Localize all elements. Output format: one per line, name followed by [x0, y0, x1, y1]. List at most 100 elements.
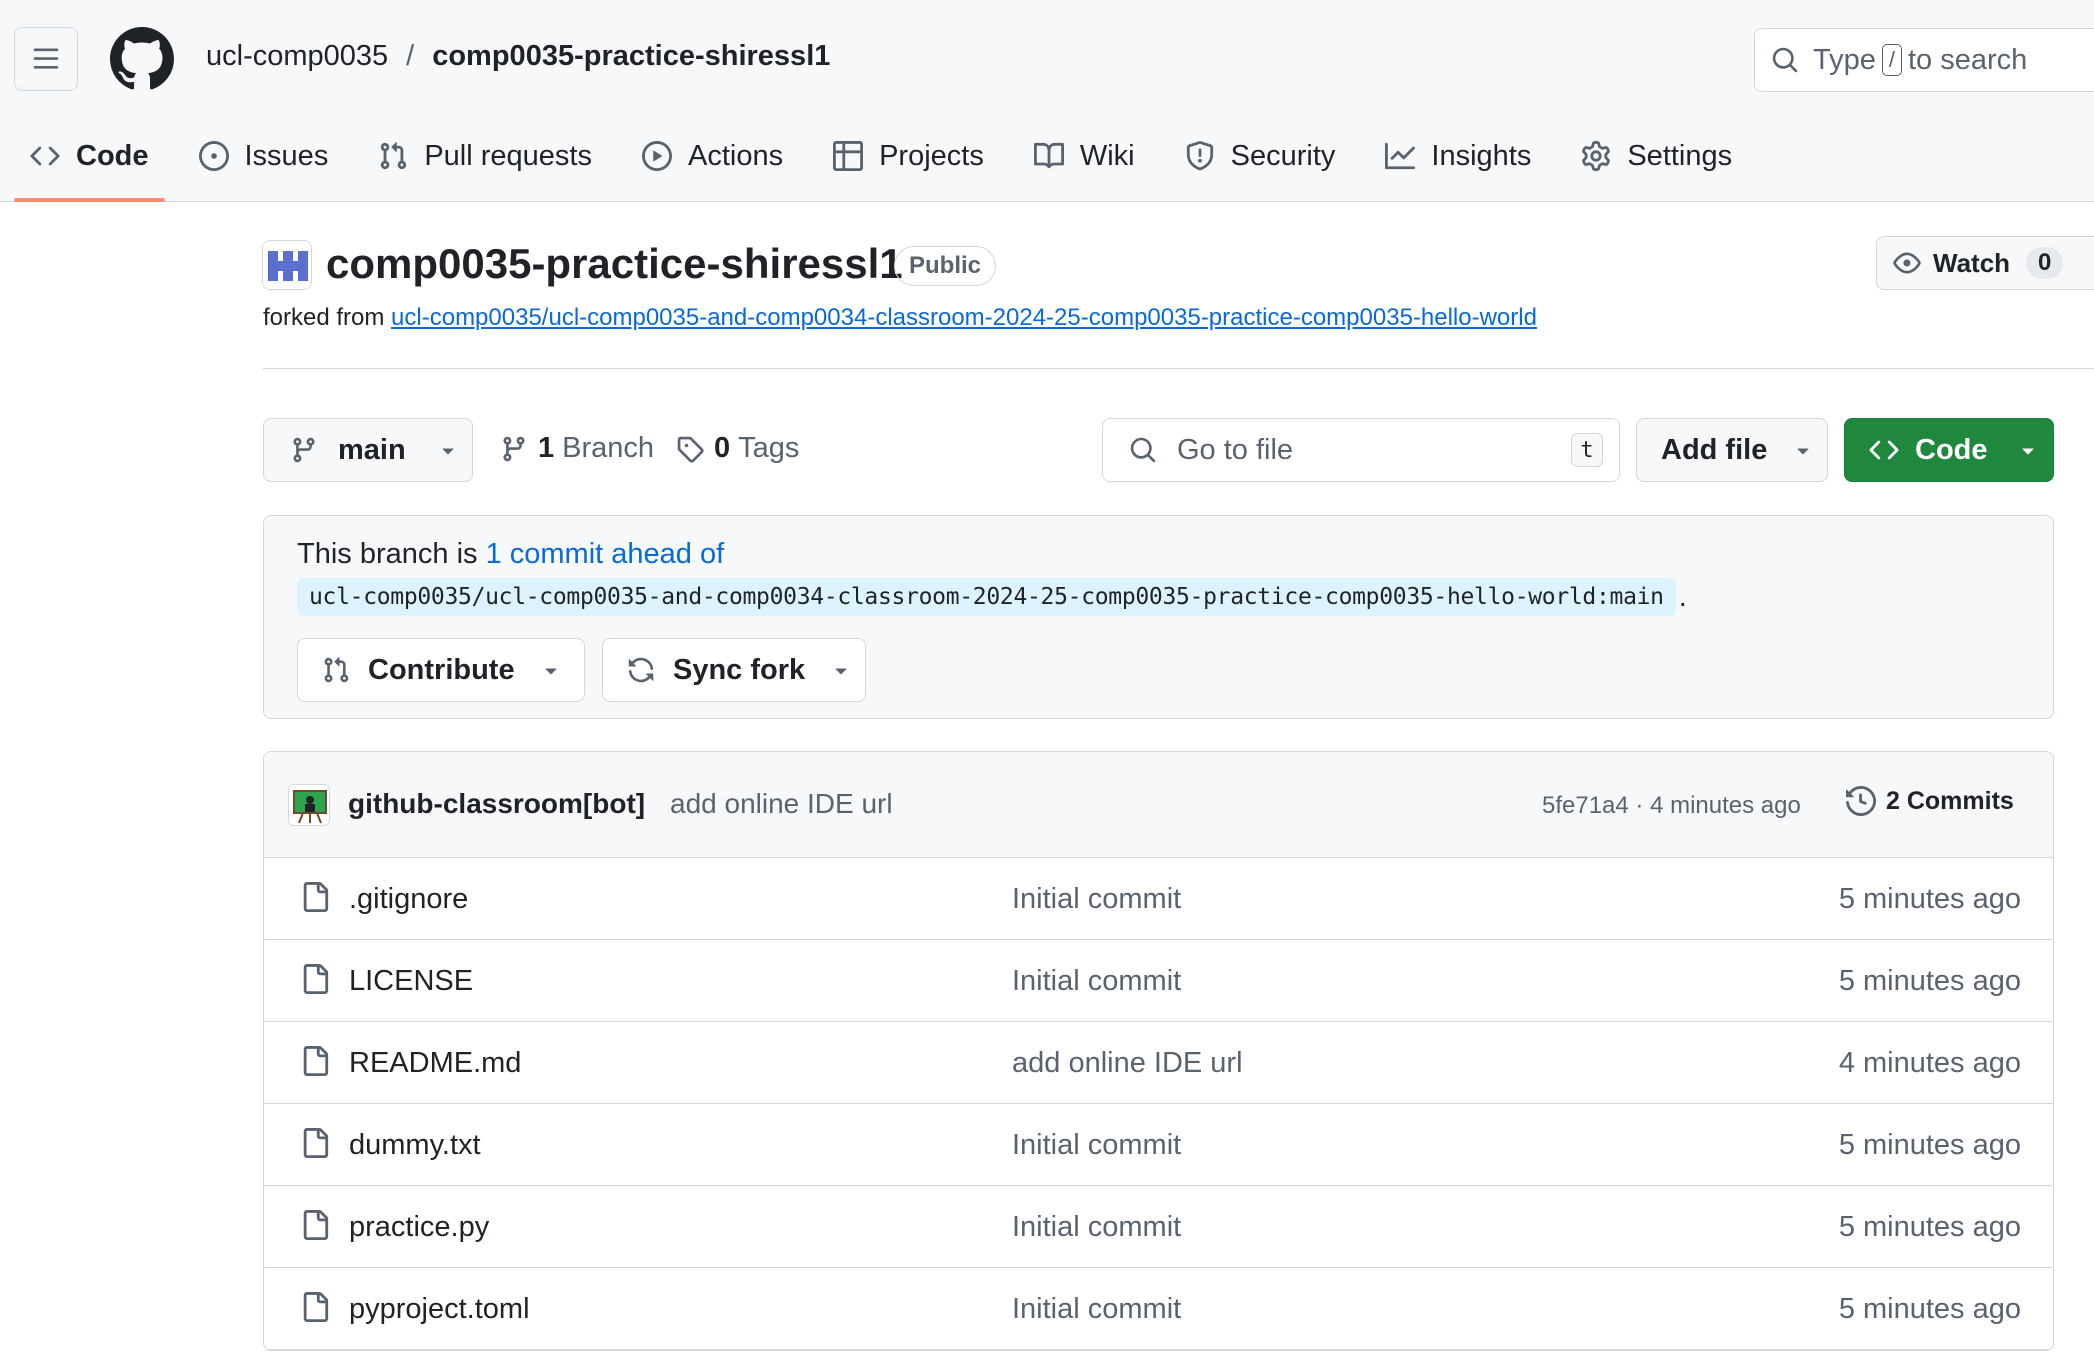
watch-button[interactable]: Watch 0: [1876, 236, 2094, 290]
branch-status-box: This branch is 1 commit ahead of ucl-com…: [263, 515, 2054, 719]
forked-from-link[interactable]: ucl-comp0035/ucl-comp0035-and-comp0034-c…: [391, 304, 1537, 331]
tab-pull-requests[interactable]: Pull requests: [362, 128, 608, 184]
menu-button[interactable]: [14, 27, 78, 91]
search-input[interactable]: Type / to search: [1754, 28, 2094, 92]
table-icon: [833, 141, 864, 171]
file-name[interactable]: .gitignore: [349, 883, 468, 916]
code-button-label: Code: [1915, 433, 1988, 466]
file-commit-time: 5 minutes ago: [1838, 965, 2021, 997]
branches-link[interactable]: 1 Branch: [500, 432, 654, 465]
caret-down-icon: [2022, 448, 2033, 455]
file-commit-time: 5 minutes ago: [1838, 1129, 2021, 1161]
file-commit-message[interactable]: Initial commit: [1012, 1293, 1181, 1326]
file-commit-message[interactable]: Initial commit: [1012, 883, 1181, 916]
branch-status-text: This branch is 1 commit ahead of: [297, 538, 724, 571]
global-header: ucl-comp0035 / comp0035-practice-shiress…: [0, 0, 2094, 202]
tab-label: Security: [1230, 139, 1336, 172]
go-to-file-input[interactable]: Go to file t: [1102, 418, 1620, 482]
file-icon: [303, 882, 329, 912]
tag-icon: [677, 436, 704, 463]
tab-code[interactable]: Code: [14, 128, 165, 202]
table-row[interactable]: .gitignore Initial commit 5 minutes ago: [264, 858, 2053, 940]
shield-icon: [1186, 141, 1213, 171]
graph-icon: [1385, 142, 1416, 170]
issue-icon: [198, 141, 229, 171]
file-commit-message[interactable]: Initial commit: [1012, 1129, 1181, 1162]
breadcrumb: ucl-comp0035 / comp0035-practice-shiress…: [206, 40, 830, 73]
tab-settings[interactable]: Settings: [1565, 128, 1748, 184]
file-commit-time: 5 minutes ago: [1838, 1211, 2021, 1243]
latest-commit-bar: github-classroom[bot] add online IDE url…: [264, 752, 2053, 858]
tags-link[interactable]: 0 Tags: [676, 432, 799, 465]
file-name[interactable]: pyproject.toml: [349, 1293, 530, 1326]
play-icon: [641, 141, 672, 171]
code-icon: [1869, 440, 1899, 460]
contribute-button[interactable]: Contribute: [297, 638, 585, 702]
git-branch-icon: [293, 437, 315, 463]
file-name[interactable]: dummy.txt: [349, 1129, 481, 1162]
caret-down-icon: [1797, 448, 1809, 455]
file-icon: [303, 964, 329, 994]
commits-ahead-link[interactable]: 1 commit ahead of: [486, 538, 725, 570]
eye-icon: [1893, 252, 1921, 274]
file-commit-message[interactable]: Initial commit: [1012, 1211, 1181, 1244]
commit-sha-time[interactable]: 5fe71a4 · 4 minutes ago: [1542, 792, 1801, 820]
search-shortcut-key: /: [1881, 44, 1902, 76]
github-logo-icon[interactable]: [110, 27, 174, 91]
commits-history-link[interactable]: 2 Commits: [1846, 786, 2014, 816]
file-name[interactable]: README.md: [349, 1047, 521, 1080]
table-row[interactable]: pyproject.toml Initial commit 5 minutes …: [264, 1268, 2053, 1350]
repo-owner-avatar[interactable]: [262, 240, 312, 290]
table-row[interactable]: README.md add online IDE url 4 minutes a…: [264, 1022, 2053, 1104]
file-name[interactable]: practice.py: [349, 1211, 489, 1244]
commits-count-label: 2 Commits: [1886, 786, 2014, 815]
tab-label: Insights: [1431, 139, 1532, 172]
hamburger-icon: [33, 48, 59, 69]
file-icon: [303, 1210, 329, 1240]
tab-projects[interactable]: Projects: [817, 128, 1000, 184]
add-file-label: Add file: [1661, 433, 1768, 466]
table-row[interactable]: dummy.txt Initial commit 5 minutes ago: [264, 1104, 2053, 1186]
file-commit-message[interactable]: add online IDE url: [1012, 1047, 1243, 1080]
sync-icon: [628, 657, 654, 683]
code-button[interactable]: Code: [1844, 418, 2054, 482]
table-row[interactable]: LICENSE Initial commit 5 minutes ago: [264, 940, 2053, 1022]
tab-label: Code: [76, 139, 149, 172]
repo-link[interactable]: comp0035-practice-shiressl1: [432, 40, 830, 73]
sync-fork-button[interactable]: Sync fork: [602, 638, 866, 702]
tab-label: Wiki: [1079, 139, 1135, 172]
tab-label: Actions: [687, 139, 784, 172]
branch-name: main: [338, 433, 406, 466]
commit-author[interactable]: github-classroom[bot]: [348, 788, 645, 820]
file-icon: [303, 1046, 329, 1076]
repo-name[interactable]: comp0035-practice-shiressl1: [326, 240, 903, 288]
tab-label: Settings: [1627, 139, 1733, 172]
contribute-label: Contribute: [368, 653, 515, 686]
avatar[interactable]: [288, 784, 330, 826]
search-suffix: to search: [1908, 43, 2028, 76]
branch-selector[interactable]: main: [263, 418, 473, 482]
table-row[interactable]: practice.py Initial commit 5 minutes ago: [264, 1186, 2053, 1268]
identicon-icon: [263, 241, 311, 289]
branch-count-label: Branch: [562, 432, 655, 464]
tab-label: Pull requests: [424, 139, 592, 172]
search-icon: [1130, 437, 1156, 463]
history-icon: [1846, 786, 1876, 816]
owner-link[interactable]: ucl-comp0035: [206, 40, 388, 73]
watch-label: Watch: [1933, 247, 2011, 278]
caret-down-icon: [442, 448, 454, 455]
upstream-ref-period: .: [1678, 580, 1687, 613]
tab-issues[interactable]: Issues: [183, 128, 345, 184]
commit-message[interactable]: add online IDE url: [670, 788, 893, 820]
file-name[interactable]: LICENSE: [349, 965, 473, 998]
tab-actions[interactable]: Actions: [626, 128, 799, 184]
tab-insights[interactable]: Insights: [1369, 128, 1547, 184]
tab-security[interactable]: Security: [1169, 128, 1352, 184]
pull-request-icon: [324, 657, 349, 683]
add-file-button[interactable]: Add file: [1636, 418, 1828, 482]
sync-fork-label: Sync fork: [673, 653, 806, 686]
divider: [263, 368, 2094, 369]
file-commit-message[interactable]: Initial commit: [1012, 965, 1181, 998]
repo-nav: Code Issues Pull requests Actions Projec…: [14, 128, 1766, 202]
tab-wiki[interactable]: Wiki: [1018, 128, 1151, 184]
